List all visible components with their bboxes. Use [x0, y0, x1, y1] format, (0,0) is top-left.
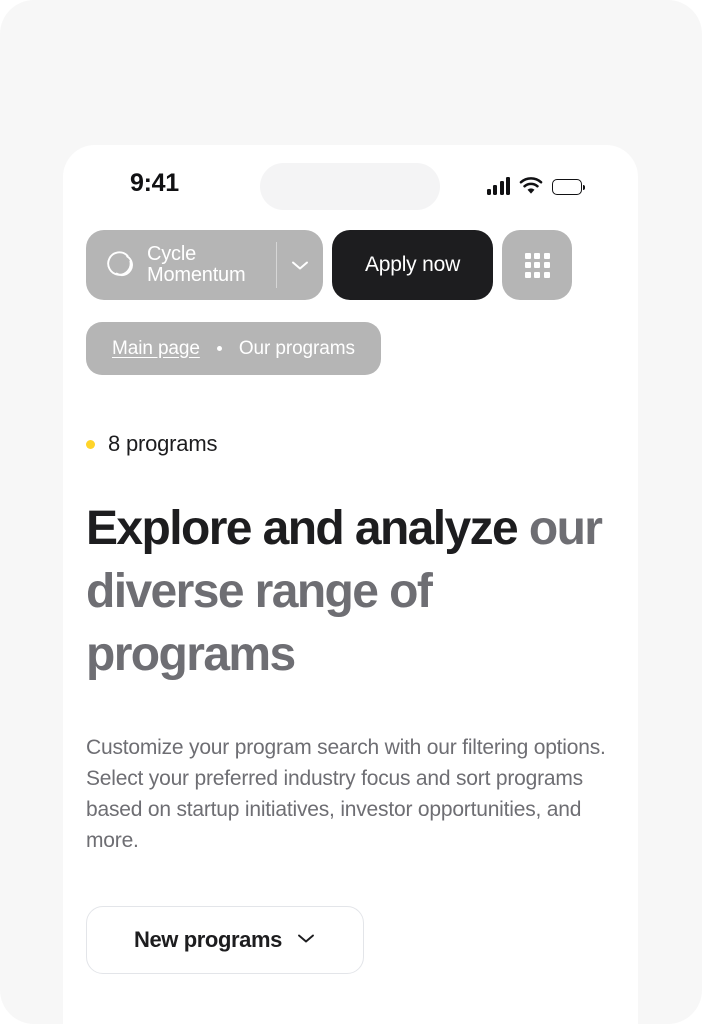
page-title: Explore and analyze our diverse range of…: [86, 497, 626, 686]
breadcrumb-main-page-link[interactable]: Main page: [112, 338, 200, 360]
breadcrumb-current-page: Our programs: [238, 337, 355, 359]
brand-selector[interactable]: Cycle Momentum: [86, 230, 323, 300]
status-bar-time: 9:41: [130, 169, 179, 197]
breadcrumb-separator-icon: [216, 346, 222, 351]
phone-screen: 9:41 Cycle Momentum Apply now Main page …: [63, 145, 638, 1024]
main-content: 8 programs Explore and analyze our diver…: [86, 430, 626, 974]
grid-menu-button[interactable]: [502, 230, 572, 300]
page-canvas: 9:41 Cycle Momentum Apply now Main page …: [0, 0, 702, 1024]
battery-full-icon: [552, 179, 585, 195]
wifi-icon: [519, 177, 543, 195]
status-bar: 9:41: [63, 145, 638, 223]
apply-now-button[interactable]: Apply now: [332, 230, 493, 300]
brand-name: Cycle Momentum: [147, 243, 246, 286]
chevron-down-icon: [296, 931, 316, 949]
new-programs-filter-button[interactable]: New programs: [86, 906, 364, 974]
status-bar-icons: [486, 173, 585, 195]
status-dot-icon: [86, 439, 95, 449]
cycle-logo-icon: [103, 248, 137, 282]
top-navigation: Cycle Momentum Apply now: [86, 230, 618, 300]
page-description: Customize your program search with our f…: [86, 736, 606, 852]
breadcrumb: Main page Our programs: [86, 322, 381, 375]
program-count: 8 programs: [86, 430, 626, 458]
new-programs-filter-label: New programs: [133, 927, 283, 952]
dynamic-island: [260, 163, 440, 210]
page-title-strong: Explore and analyze: [86, 502, 519, 555]
chevron-down-icon[interactable]: [277, 259, 323, 271]
grid-menu-icon: [524, 252, 550, 278]
cellular-signal-icon: [486, 177, 510, 195]
program-count-label: 8 programs: [108, 431, 218, 456]
